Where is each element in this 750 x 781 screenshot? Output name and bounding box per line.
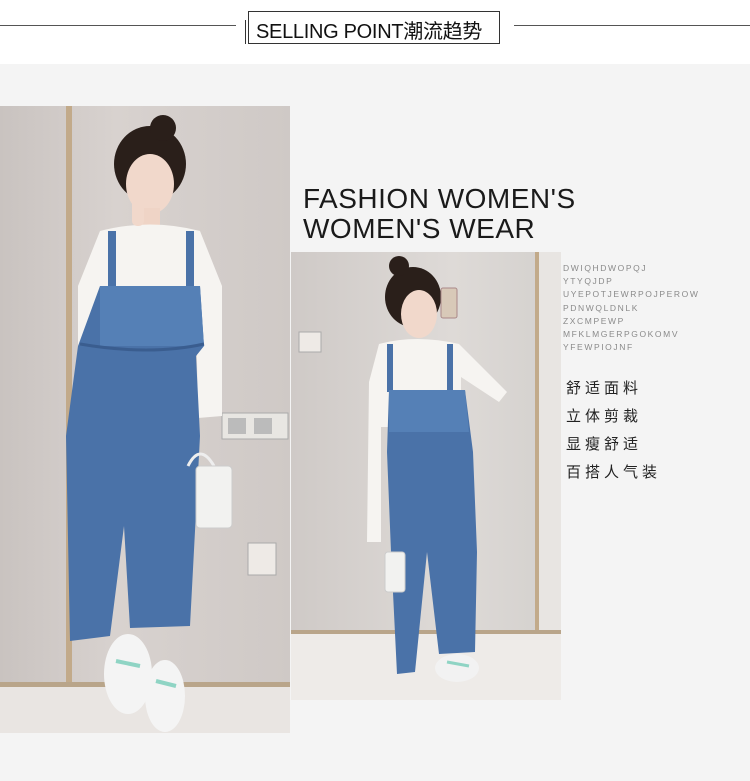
model-photo-right-illustration (291, 252, 561, 700)
decorative-letters: DWIQHDWOPQJ YTYQJDP UYEPOTJEWRPOJPEROW P… (563, 262, 699, 354)
model-photo-right (291, 252, 561, 700)
letter-line: DWIQHDWOPQJ (563, 263, 648, 273)
letter-line: PDNWQLDNLK (563, 302, 639, 313)
feature-item: 百搭人气装 (566, 463, 662, 481)
headline: FASHION WOMEN'S WOMEN'S WEAR (303, 184, 576, 244)
letter-line: ZXCMPEWP (563, 315, 625, 326)
letter-line: MFKLMGERPGOKOMV (563, 329, 680, 340)
letter-line: YFEWPIOJNF (563, 342, 634, 353)
section-title: SELLING POINT潮流趋势 (256, 21, 483, 43)
feature-item: 立体剪裁 (566, 407, 643, 425)
feature-item: 显瘦舒适 (566, 435, 643, 453)
header-divider-right (514, 25, 750, 26)
feature-item: 舒适面料 (566, 379, 643, 397)
letter-line: UYEPOTJEWRPOJPEROW (563, 289, 700, 300)
headline-line-2: WOMEN'S WEAR (303, 213, 536, 244)
feature-list: 舒适面料 立体剪裁 显瘦舒适 百搭人气装 (566, 374, 661, 486)
model-photo-left-illustration (0, 106, 290, 733)
headline-line-1: FASHION WOMEN'S (303, 183, 576, 214)
letter-line: YTYQJDP (563, 276, 614, 287)
header-divider-left (0, 25, 236, 26)
model-photo-left (0, 106, 290, 733)
